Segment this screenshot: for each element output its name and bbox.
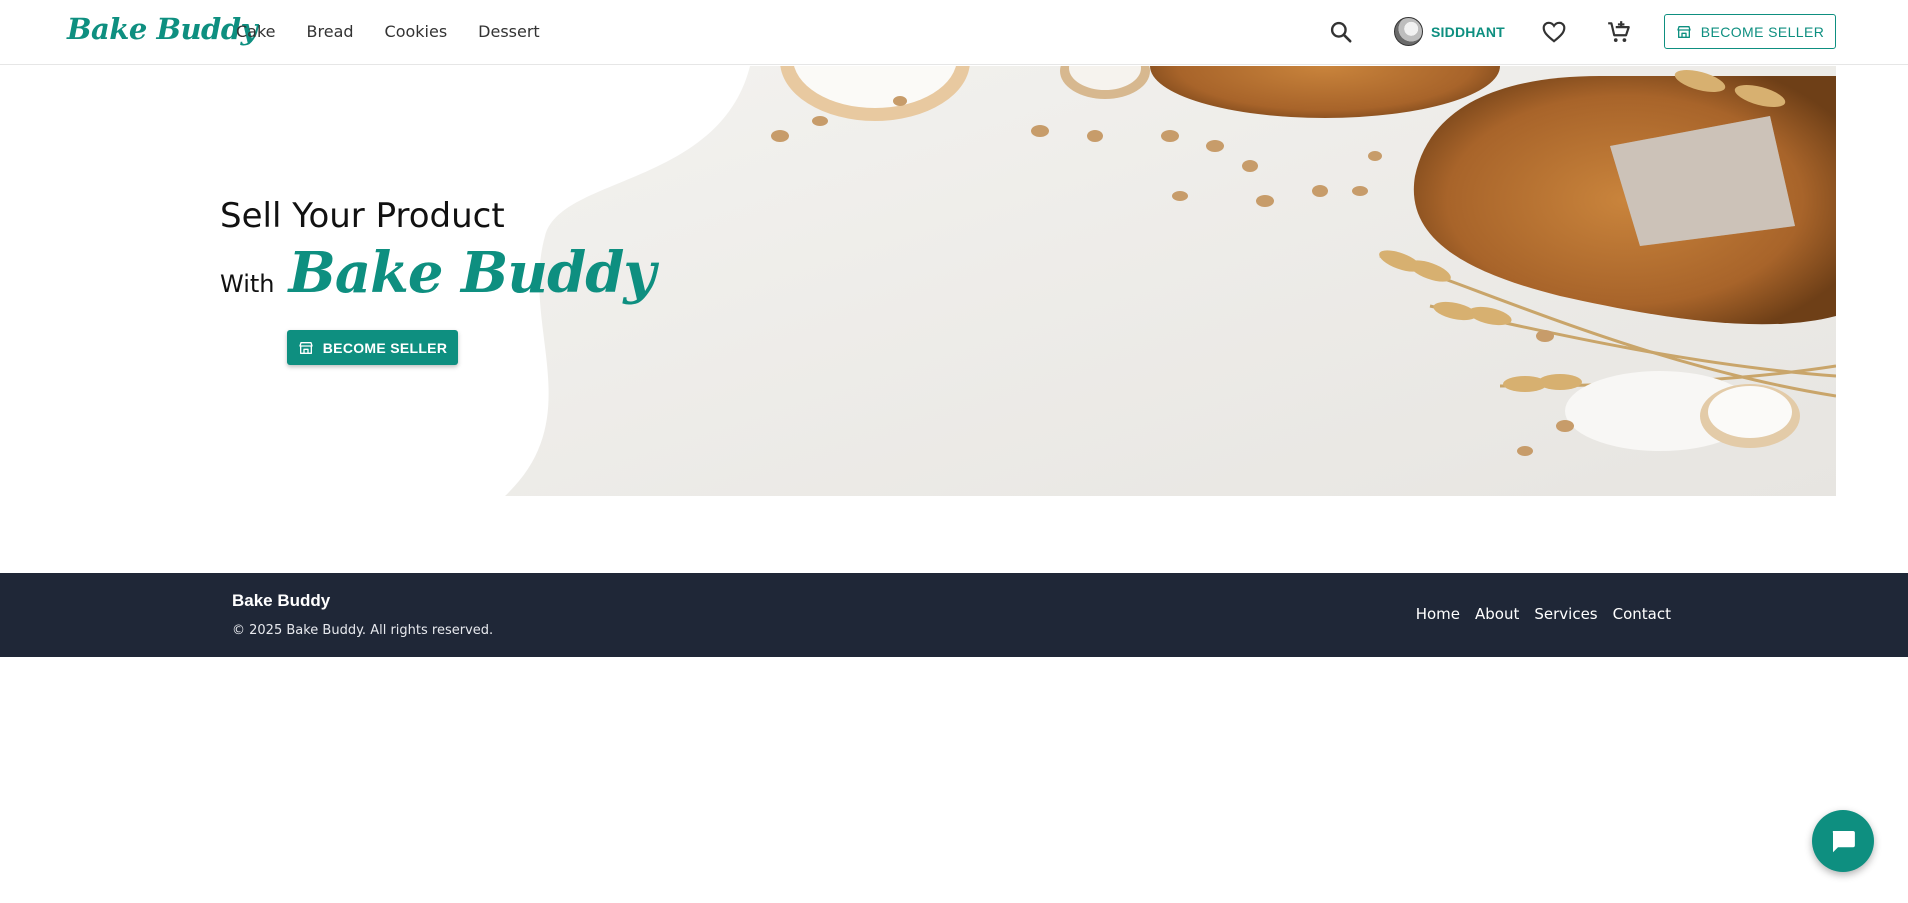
become-seller-hero-label: BECOME SELLER xyxy=(322,339,448,356)
site-footer: Bake Buddy © 2025 Bake Buddy. All rights… xyxy=(0,573,1908,657)
hero-banner: Sell Your Product With Bake Buddy xyxy=(0,66,1836,496)
wishlist-button[interactable] xyxy=(1539,17,1569,47)
nav-link-cake[interactable]: Cake xyxy=(236,22,276,41)
cart-button[interactable] xyxy=(1604,17,1634,47)
footer-links: Home About Services Contact xyxy=(1416,605,1671,623)
hero-subline: With Bake Buddy xyxy=(220,240,656,306)
user-name: SIDDHANT xyxy=(1431,23,1505,40)
footer-copyright: © 2025 Bake Buddy. All rights reserved. xyxy=(232,623,494,638)
top-navbar: Bake Buddy Cake Bread Cookies Dessert SI… xyxy=(0,0,1908,65)
footer-link-contact[interactable]: Contact xyxy=(1613,605,1671,623)
chat-icon xyxy=(1832,831,1855,853)
store-icon xyxy=(299,341,313,354)
chat-button[interactable] xyxy=(1812,810,1874,872)
hero-headline: Sell Your Product With Bake Buddy xyxy=(220,196,656,306)
search-icon xyxy=(1330,21,1352,43)
nav-link-cookies[interactable]: Cookies xyxy=(385,22,448,41)
category-nav: Cake Bread Cookies Dessert xyxy=(236,22,540,41)
avatar xyxy=(1394,17,1423,46)
search-button[interactable] xyxy=(1326,17,1356,47)
site-logo[interactable]: Bake Buddy xyxy=(67,12,257,46)
footer-link-services[interactable]: Services xyxy=(1534,605,1597,623)
hero-brand: Bake Buddy xyxy=(288,240,656,306)
heart-icon xyxy=(1542,21,1566,43)
user-menu[interactable]: SIDDHANT xyxy=(1394,17,1505,46)
cart-icon xyxy=(1608,21,1630,42)
nav-link-dessert[interactable]: Dessert xyxy=(478,22,540,41)
footer-brand: Bake Buddy xyxy=(232,591,331,610)
become-seller-header-button[interactable]: BECOME SELLER xyxy=(1664,14,1836,49)
store-icon xyxy=(1677,25,1691,38)
hero-title: Sell Your Product xyxy=(220,196,505,236)
footer-link-about[interactable]: About xyxy=(1475,605,1519,623)
footer-link-home[interactable]: Home xyxy=(1416,605,1460,623)
become-seller-header-label: BECOME SELLER xyxy=(1700,23,1825,40)
hero-with: With xyxy=(220,270,275,298)
become-seller-hero-button[interactable]: BECOME SELLER xyxy=(287,330,458,365)
nav-link-bread[interactable]: Bread xyxy=(307,22,354,41)
